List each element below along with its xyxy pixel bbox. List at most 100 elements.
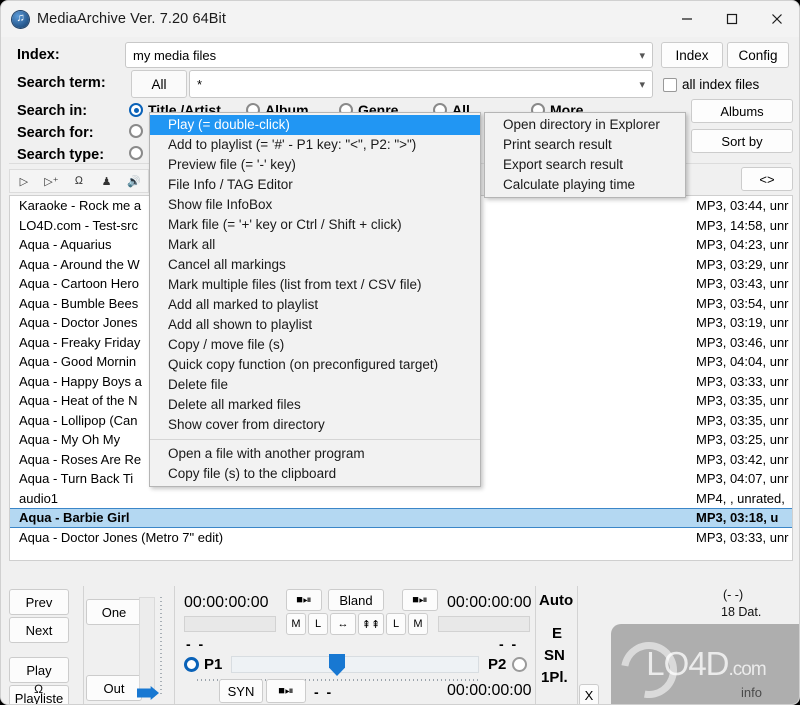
maximize-button[interactable] xyxy=(709,1,754,37)
menu-item[interactable]: Preview file (= '-' key) xyxy=(150,155,480,175)
p1-timecode: 00:00:00:00 xyxy=(184,594,269,611)
m-button-1[interactable]: M xyxy=(286,613,306,635)
play-add-icon[interactable]: ▷⁺ xyxy=(38,175,66,188)
row-title: Aqua - Around the W xyxy=(19,256,140,272)
player-divider-4 xyxy=(577,586,578,704)
position-slider[interactable] xyxy=(231,656,479,673)
p2-progress-bar[interactable] xyxy=(438,616,530,632)
prev-button[interactable]: Prev xyxy=(9,589,69,615)
index-button[interactable]: Index xyxy=(661,42,723,68)
sort-by-button[interactable]: Sort by xyxy=(691,129,793,153)
minimize-button[interactable] xyxy=(664,1,709,37)
close-button[interactable] xyxy=(754,1,799,37)
index-combo[interactable]: my media files ▾ xyxy=(125,42,653,68)
menu-item[interactable]: File Info / TAG Editor xyxy=(150,175,480,195)
headphones-icon[interactable]: Ω xyxy=(65,175,93,187)
row-meta: MP4, , unrated, xyxy=(696,490,785,506)
menu-item[interactable]: Add all shown to playlist xyxy=(150,315,480,335)
player-divider-1 xyxy=(83,586,84,704)
menu-item[interactable]: Mark file (= '+' key or Ctrl / Shift + c… xyxy=(150,215,480,235)
menu-item[interactable]: Quick copy function (on preconfigured ta… xyxy=(150,355,480,375)
m-button-2[interactable]: M xyxy=(408,613,428,635)
menu-item[interactable]: Add all marked to playlist xyxy=(150,295,480,315)
table-row[interactable]: audio1 MP4, , unrated, xyxy=(10,489,792,509)
row-meta: MP3, 03:54, unr xyxy=(696,295,789,311)
p1-label: P1 xyxy=(204,656,223,673)
prev-next-button[interactable]: <> xyxy=(741,167,793,191)
row-meta: MP3, 03:44, unr xyxy=(696,198,789,213)
context-submenu[interactable]: Open directory in Explorer Print search r… xyxy=(484,112,686,198)
p2-radio[interactable]: P2 xyxy=(488,656,532,673)
menu-item[interactable]: Open a file with another program xyxy=(150,444,480,464)
row-title: Aqua - Heat of the N xyxy=(19,393,138,408)
index-label: Index: xyxy=(17,47,60,63)
search-term-combo[interactable]: * ▾ xyxy=(189,70,653,98)
e-label[interactable]: E xyxy=(552,625,562,642)
row-meta: MP3, 03:18, u xyxy=(696,510,779,525)
menu-item[interactable]: Play (= double-click) xyxy=(150,115,480,135)
sn-label[interactable]: SN xyxy=(544,647,565,664)
p1-radio[interactable]: P1 xyxy=(184,656,222,673)
l-button-1[interactable]: L xyxy=(308,613,328,635)
swap-button[interactable]: ↔ xyxy=(330,613,356,635)
stop-play-button-2[interactable]: ■⏯ xyxy=(402,589,438,611)
status-count: 18 Dat. xyxy=(721,605,762,619)
out-button[interactable]: Out xyxy=(86,675,142,701)
context-menu[interactable]: Play (= double-click) Add to playlist (= … xyxy=(149,112,481,487)
row-title: audio1 xyxy=(19,490,59,506)
submenu-item[interactable]: Calculate playing time xyxy=(485,175,685,195)
stop-play-button-3[interactable]: ■⏯ xyxy=(266,679,306,703)
checkbox-box xyxy=(663,77,677,92)
config-button[interactable]: Config xyxy=(727,42,789,68)
menu-item[interactable]: Show cover from directory xyxy=(150,415,480,435)
l-button-2[interactable]: L xyxy=(386,613,406,635)
play-button[interactable]: Play xyxy=(9,657,69,683)
menu-item[interactable]: Add to playlist (= '#' - P1 key: "<", P2… xyxy=(150,135,480,155)
row-meta: MP3, 03:46, unr xyxy=(696,334,789,350)
albums-button[interactable]: Albums xyxy=(691,99,793,123)
menu-item[interactable]: Copy / move file (s) xyxy=(150,335,480,355)
row-title: Aqua - My Oh My xyxy=(19,432,121,447)
volume-slider[interactable] xyxy=(139,597,155,697)
submenu-item[interactable]: Print search result xyxy=(485,135,685,155)
next-button[interactable]: Next xyxy=(9,617,69,643)
row-title: Aqua - Happy Boys a xyxy=(19,373,142,389)
menu-item[interactable]: Mark all xyxy=(150,235,480,255)
radio-search-type[interactable] xyxy=(129,146,148,160)
menu-item[interactable]: Delete file xyxy=(150,375,480,395)
submenu-item[interactable]: Open directory in Explorer xyxy=(485,115,685,135)
play-icon[interactable]: ▷ xyxy=(10,175,38,188)
row-meta: MP3, 04:23, unr xyxy=(696,237,789,252)
menu-item[interactable]: Show file InfoBox xyxy=(150,195,480,215)
speaker-icon[interactable]: 🔊 xyxy=(120,175,148,188)
one-button[interactable]: One xyxy=(86,599,142,625)
row-title: Aqua - Lollipop (Can xyxy=(19,412,138,428)
menu-item[interactable]: Delete all marked files xyxy=(150,395,480,415)
x-button[interactable]: X xyxy=(579,684,599,704)
search-term-label: Search term: xyxy=(17,75,106,91)
menu-item[interactable]: Copy file (s) to the clipboard xyxy=(150,464,480,484)
row-meta: MP3, 03:35, unr xyxy=(696,393,789,408)
search-term-scope-button[interactable]: All xyxy=(131,70,187,98)
menu-item[interactable]: Cancel all markings xyxy=(150,255,480,275)
table-row[interactable]: Aqua - Doctor Jones (Metro 7" edit) MP3, … xyxy=(10,528,792,548)
microphone-icon[interactable]: ♟ xyxy=(93,175,121,188)
table-row-selected[interactable]: Aqua - Barbie Girl MP3, 03:18, u xyxy=(10,508,792,528)
row-meta: MP3, 03:29, unr xyxy=(696,256,789,272)
p2-label: P2 xyxy=(488,656,507,673)
onepl-label[interactable]: 1Pl. xyxy=(541,669,568,686)
p1-progress-bar[interactable] xyxy=(184,616,276,632)
menu-item[interactable]: Mark multiple files (list from text / CS… xyxy=(150,275,480,295)
watermark-suffix: .com xyxy=(728,659,767,680)
updown-button[interactable]: ⇞⇞ xyxy=(358,613,384,635)
bland-button[interactable]: Bland xyxy=(328,589,384,611)
all-index-files-checkbox[interactable]: all index files xyxy=(663,77,759,92)
submenu-item[interactable]: Export search result xyxy=(485,155,685,175)
stop-play-button-1[interactable]: ■⏯ xyxy=(286,589,322,611)
search-term-value: * xyxy=(197,76,203,92)
title-bar: MediaArchive Ver. 7.20 64Bit xyxy=(1,1,799,37)
syn-button[interactable]: SYN xyxy=(219,679,263,703)
auto-label[interactable]: Auto xyxy=(539,592,573,609)
radio-search-for[interactable] xyxy=(129,124,148,138)
row-meta: MP3, 03:33, unr xyxy=(696,529,789,545)
